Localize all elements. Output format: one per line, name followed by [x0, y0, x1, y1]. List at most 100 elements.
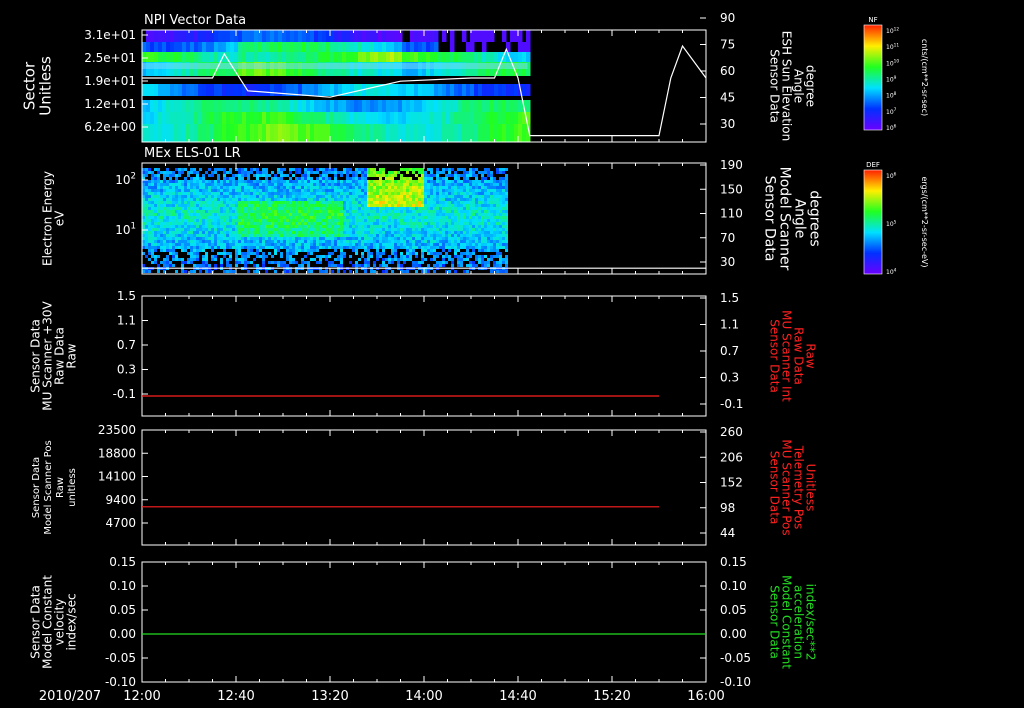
- npi-heatmap-cell: [430, 124, 435, 142]
- els-heatmap-cell: [505, 198, 508, 201]
- els-heatmap-cell: [448, 195, 451, 198]
- els-heatmap-cell: [292, 210, 295, 213]
- npi-heatmap-cell: [254, 124, 259, 142]
- els-heatmap-cell: [448, 213, 451, 216]
- els-heatmap-cell: [505, 228, 508, 231]
- els-heatmap-cell: [220, 258, 223, 261]
- els-heatmap-cell: [232, 177, 235, 180]
- els-heatmap-cell: [232, 201, 235, 204]
- right-axis-label-line: index/sec**2: [804, 584, 818, 661]
- els-heatmap-cell: [241, 189, 244, 192]
- els-heatmap-cell: [421, 189, 424, 192]
- els-heatmap-cell: [169, 192, 172, 195]
- y-tick-label: 0.3: [117, 363, 136, 377]
- npi-heatmap-cell: [498, 84, 503, 96]
- npi-heatmap-cell: [274, 124, 279, 142]
- els-heatmap-cell: [181, 240, 184, 243]
- els-heatmap-cell: [430, 201, 433, 204]
- els-heatmap-cell: [391, 204, 394, 207]
- npi-heatmap-cell: [354, 124, 359, 142]
- els-heatmap-cell: [187, 183, 190, 186]
- npi-heatmap-cell: [362, 42, 367, 52]
- els-heatmap-cell: [496, 234, 499, 237]
- els-heatmap-cell: [187, 171, 190, 174]
- npi-heatmap-cell: [154, 124, 159, 142]
- els-heatmap-cell: [319, 198, 322, 201]
- panel-frame: [141, 561, 707, 683]
- els-heatmap-cell: [229, 189, 232, 192]
- els-heatmap-cell: [403, 207, 406, 210]
- els-heatmap-cell: [265, 174, 268, 177]
- els-heatmap-cell: [505, 264, 508, 267]
- els-heatmap-cell: [295, 207, 298, 210]
- els-heatmap-cell: [184, 198, 187, 201]
- els-heatmap-cell: [286, 201, 289, 204]
- els-heatmap-cell: [472, 216, 475, 219]
- els-heatmap-cell: [421, 210, 424, 213]
- els-heatmap-cell: [154, 210, 157, 213]
- els-heatmap-cell: [301, 219, 304, 222]
- colorbar-title: DEF: [866, 161, 880, 169]
- els-heatmap-cell: [223, 225, 226, 228]
- els-heatmap-cell: [370, 252, 373, 255]
- els-heatmap-cell: [463, 195, 466, 198]
- els-heatmap-cell: [340, 189, 343, 192]
- colorbar-tick-label: 106: [886, 171, 897, 180]
- els-heatmap-cell: [421, 183, 424, 186]
- els-heatmap-cell: [148, 240, 151, 243]
- els-heatmap-cell: [274, 246, 277, 249]
- els-heatmap-cell: [241, 216, 244, 219]
- y-tick-label: 3.1e+01: [84, 28, 136, 42]
- els-heatmap-cell: [286, 225, 289, 228]
- els-heatmap-cell: [415, 219, 418, 222]
- els-heatmap-cell: [454, 237, 457, 240]
- els-heatmap-cell: [181, 195, 184, 198]
- npi-heatmap-cell: [306, 42, 311, 52]
- els-heatmap-cell: [280, 195, 283, 198]
- els-heatmap-cell: [202, 261, 205, 264]
- els-heatmap-cell: [214, 180, 217, 183]
- els-heatmap-cell: [352, 192, 355, 195]
- els-heatmap-cell: [184, 216, 187, 219]
- npi-heatmap-cell: [410, 52, 415, 62]
- els-heatmap-cell: [364, 219, 367, 222]
- npi-heatmap-cell: [366, 52, 371, 62]
- npi-heatmap-cell: [398, 112, 403, 124]
- els-heatmap-cell: [343, 213, 346, 216]
- els-heatmap-cell: [481, 216, 484, 219]
- els-heatmap-cell: [358, 258, 361, 261]
- els-heatmap-cell: [499, 240, 502, 243]
- els-heatmap-cell: [376, 210, 379, 213]
- els-heatmap-cell: [451, 261, 454, 264]
- els-heatmap-cell: [385, 225, 388, 228]
- els-heatmap-cell: [448, 192, 451, 195]
- els-heatmap-cell: [346, 174, 349, 177]
- els-heatmap-cell: [391, 198, 394, 201]
- els-heatmap-cell: [403, 168, 406, 171]
- els-heatmap-cell: [226, 234, 229, 237]
- npi-heatmap-cell: [410, 30, 415, 42]
- els-heatmap-cell: [220, 180, 223, 183]
- els-heatmap-cell: [202, 213, 205, 216]
- npi-heatmap-cell: [450, 52, 455, 62]
- els-heatmap-cell: [364, 186, 367, 189]
- els-heatmap-cell: [331, 246, 334, 249]
- els-heatmap-cell: [496, 261, 499, 264]
- els-heatmap-cell: [487, 204, 490, 207]
- els-heatmap-cell: [181, 198, 184, 201]
- els-heatmap-cell: [328, 180, 331, 183]
- els-heatmap-cell: [310, 270, 313, 273]
- els-heatmap-cell: [244, 264, 247, 267]
- els-heatmap-cell: [178, 228, 181, 231]
- npi-heatmap-cell: [342, 100, 347, 112]
- els-heatmap-cell: [253, 252, 256, 255]
- els-heatmap-cell: [403, 216, 406, 219]
- els-heatmap-cell: [265, 255, 268, 258]
- els-heatmap-cell: [418, 243, 421, 246]
- els-heatmap-cell: [331, 195, 334, 198]
- els-heatmap-cell: [439, 243, 442, 246]
- els-heatmap-cell: [301, 204, 304, 207]
- els-heatmap-cell: [166, 174, 169, 177]
- els-heatmap-cell: [376, 180, 379, 183]
- els-heatmap-cell: [289, 213, 292, 216]
